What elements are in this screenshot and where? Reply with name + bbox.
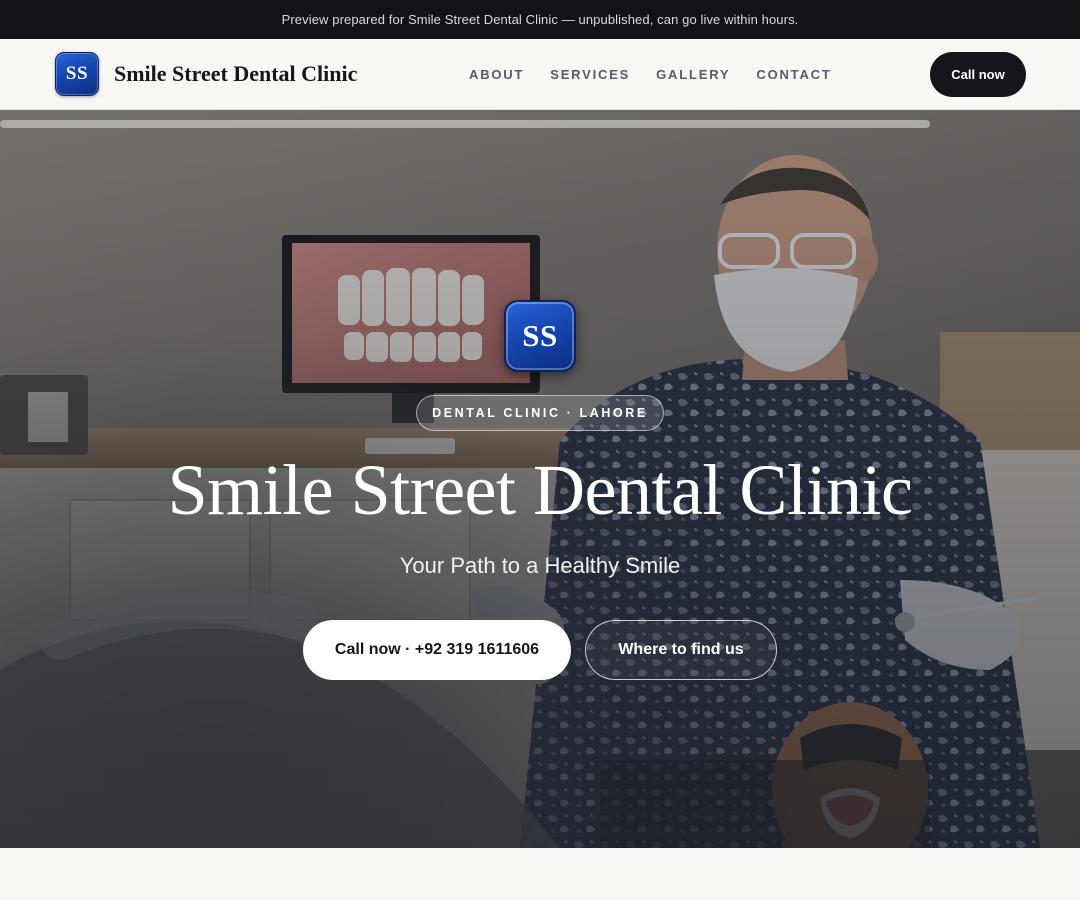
nav-link-about[interactable]: ABOUT [469, 67, 524, 82]
brand-name: Smile Street Dental Clinic [114, 61, 358, 86]
nav-link-services[interactable]: SERVICES [550, 67, 630, 82]
hero-section: SS DENTAL CLINIC · LAHORE Smile Street D… [0, 110, 1080, 848]
nav-link-contact[interactable]: CONTACT [756, 67, 831, 82]
preview-banner: Preview prepared for Smile Street Dental… [0, 0, 1080, 39]
hero-subtitle: Your Path to a Healthy Smile [399, 553, 681, 578]
preview-banner-text: Preview prepared for Smile Street Dental… [281, 12, 799, 27]
hero-content: SS DENTAL CLINIC · LAHORE Smile Street D… [0, 110, 1080, 848]
brand[interactable]: SS Smile Street Dental Clinic [55, 52, 357, 96]
logo-icon: SS [55, 52, 99, 96]
where-to-find-us-button[interactable]: Where to find us [585, 620, 777, 680]
nav-link-gallery[interactable]: GALLERY [656, 67, 730, 82]
main-nav: ABOUT SERVICES GALLERY CONTACT [469, 39, 832, 109]
below-hero-section [0, 848, 1080, 900]
call-now-phone-button[interactable]: Call now · +92 319 1611606 [303, 620, 571, 680]
site-header: SS Smile Street Dental Clinic ABOUT SERV… [0, 39, 1080, 110]
hero-title: Smile Street Dental Clinic [167, 450, 913, 530]
hero-logo-icon: SS [504, 300, 576, 372]
hero-eyebrow-pill: DENTAL CLINIC · LAHORE [416, 395, 664, 431]
header-call-now-button[interactable]: Call now [930, 52, 1026, 97]
